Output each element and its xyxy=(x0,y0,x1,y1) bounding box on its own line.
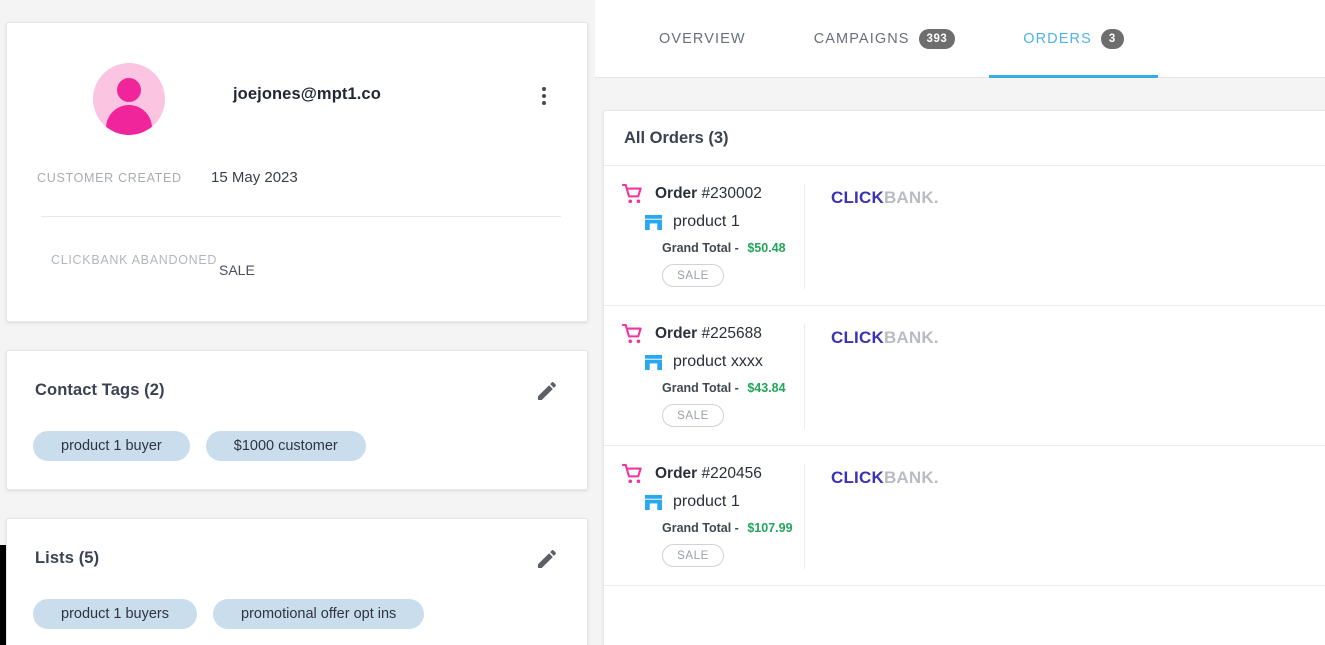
order-product-line: product xxxx xyxy=(622,353,804,371)
order-number: Order #230002 xyxy=(655,185,762,203)
shopping-cart-icon xyxy=(621,323,644,344)
card-divider xyxy=(41,216,561,217)
orders-panel: All Orders (3) Order #230002 product 1 G… xyxy=(603,110,1325,645)
customer-email: joejones@mpt1.co xyxy=(233,85,381,103)
field-customer-created: CUSTOMER CREATED 15 May 2023 xyxy=(37,169,557,187)
clickbank-logo: CLICKBANK. xyxy=(831,468,939,487)
tab-label: ORDERS xyxy=(1023,30,1092,47)
grand-total-label: Grand Total - xyxy=(662,241,739,255)
field-clickbank-abandoned: CLICKBANK ABANDONED SALE xyxy=(51,251,561,279)
grand-total-label: Grand Total - xyxy=(662,381,739,395)
order-id: #230002 xyxy=(701,185,762,202)
order-brand: CLICKBANK. xyxy=(804,464,1325,569)
redacted-subtext xyxy=(233,111,443,121)
kebab-dot xyxy=(542,101,546,105)
order-brand: CLICKBANK. xyxy=(804,184,1325,289)
clickbank-logo-primary: CLICK xyxy=(831,188,884,207)
order-details: Order #220456 product 1 Grand Total - $1… xyxy=(604,463,804,569)
orders-panel-footer xyxy=(604,586,1325,645)
shopping-cart-icon xyxy=(621,183,644,204)
order-prefix: Order xyxy=(655,325,702,342)
tab-label: CAMPAIGNS xyxy=(813,30,910,47)
order-row[interactable]: Order #220456 product 1 Grand Total - $1… xyxy=(604,446,1325,586)
grand-total-amount: $107.99 xyxy=(747,521,793,535)
list-pill[interactable]: product 1 buyers xyxy=(33,599,198,629)
customer-profile-card: joejones@mpt1.co CUSTOMER CREATED 15 May… xyxy=(6,22,588,322)
lists-title: Lists (5) xyxy=(35,549,100,567)
clickbank-logo-primary: CLICK xyxy=(831,468,884,487)
field-value: SALE xyxy=(219,262,255,278)
status-badge: SALE xyxy=(662,544,724,567)
kebab-dot xyxy=(542,94,546,98)
grand-total-label: Grand Total - xyxy=(662,521,739,535)
grand-total: Grand Total - $43.84 xyxy=(622,381,804,395)
order-product-line: product 1 xyxy=(622,213,804,231)
field-label: CUSTOMER CREATED xyxy=(37,171,182,185)
contact-tags-list: product 1 buyer $1000 customer xyxy=(33,431,366,461)
product-name: product 1 xyxy=(673,493,740,510)
clickbank-logo-secondary: BANK. xyxy=(883,328,939,347)
order-prefix: Order xyxy=(655,185,702,202)
tab-overview[interactable]: OVERVIEW xyxy=(625,0,780,78)
list-pill[interactable]: promotional offer opt ins xyxy=(213,599,425,629)
lists-pill-list: product 1 buyers promotional offer opt i… xyxy=(33,599,425,629)
order-number-line: Order #225688 xyxy=(621,323,804,344)
tag-pill[interactable]: $1000 customer xyxy=(205,431,366,461)
status-badge: SALE xyxy=(662,264,724,287)
contact-detail-page: joejones@mpt1.co CUSTOMER CREATED 15 May… xyxy=(0,0,1325,645)
order-row[interactable]: Order #225688 product xxxx Grand Total -… xyxy=(604,306,1325,446)
product-name: product xxxx xyxy=(673,353,763,370)
order-details: Order #230002 product 1 Grand Total - $5… xyxy=(604,183,804,289)
clickbank-logo-secondary: BANK. xyxy=(883,188,939,207)
storefront-icon xyxy=(644,214,663,231)
order-details: Order #225688 product xxxx Grand Total -… xyxy=(604,323,804,429)
tab-label: OVERVIEW xyxy=(659,30,746,47)
pencil-edit-icon[interactable] xyxy=(535,547,559,571)
order-brand: CLICKBANK. xyxy=(804,324,1325,429)
storefront-icon xyxy=(644,494,663,511)
clickbank-logo-primary: CLICK xyxy=(831,328,884,347)
grand-total: Grand Total - $107.99 xyxy=(622,521,804,535)
avatar-body xyxy=(106,105,152,135)
lists-card: Lists (5) product 1 buyers promotional o… xyxy=(6,518,588,645)
order-number-line: Order #230002 xyxy=(621,183,804,204)
tag-pill[interactable]: product 1 buyer xyxy=(33,431,190,461)
tab-campaigns[interactable]: CAMPAIGNS 393 xyxy=(780,0,990,78)
clickbank-logo: CLICKBANK. xyxy=(831,328,939,347)
order-id: #220456 xyxy=(701,465,762,482)
right-column: OVERVIEW CAMPAIGNS 393 ORDERS 3 All Orde… xyxy=(595,0,1325,645)
contact-tags-title: Contact Tags (2) xyxy=(35,381,165,399)
tab-orders[interactable]: ORDERS 3 xyxy=(989,0,1158,78)
orders-panel-header: All Orders (3) xyxy=(604,111,1325,166)
pencil-edit-icon[interactable] xyxy=(535,379,559,403)
order-product-line: product 1 xyxy=(622,493,804,511)
kebab-dot xyxy=(542,87,546,91)
order-number-line: Order #220456 xyxy=(621,463,804,484)
left-column: joejones@mpt1.co CUSTOMER CREATED 15 May… xyxy=(6,22,588,645)
order-number: Order #220456 xyxy=(655,465,762,483)
avatar-head xyxy=(117,78,141,102)
tab-bar: OVERVIEW CAMPAIGNS 393 ORDERS 3 xyxy=(595,0,1325,78)
order-number: Order #225688 xyxy=(655,325,762,343)
order-id: #225688 xyxy=(701,325,762,342)
product-name: product 1 xyxy=(673,213,740,230)
storefront-icon xyxy=(644,354,663,371)
kebab-menu-icon[interactable] xyxy=(531,81,557,111)
shopping-cart-icon xyxy=(621,463,644,484)
order-prefix: Order xyxy=(655,465,702,482)
tab-badge-count: 3 xyxy=(1100,28,1124,49)
field-label: CLICKBANK ABANDONED xyxy=(51,253,218,267)
status-badge: SALE xyxy=(662,404,724,427)
tab-badge-count: 393 xyxy=(918,28,956,49)
grand-total-amount: $50.48 xyxy=(747,241,786,255)
clickbank-logo: CLICKBANK. xyxy=(831,188,939,207)
grand-total: Grand Total - $50.48 xyxy=(622,241,804,255)
clickbank-logo-secondary: BANK. xyxy=(883,468,939,487)
contact-tags-card: Contact Tags (2) product 1 buyer $1000 c… xyxy=(6,350,588,490)
grand-total-amount: $43.84 xyxy=(747,381,786,395)
field-value: 15 May 2023 xyxy=(211,169,298,186)
order-row[interactable]: Order #230002 product 1 Grand Total - $5… xyxy=(604,166,1325,306)
person-avatar-icon xyxy=(93,63,165,135)
